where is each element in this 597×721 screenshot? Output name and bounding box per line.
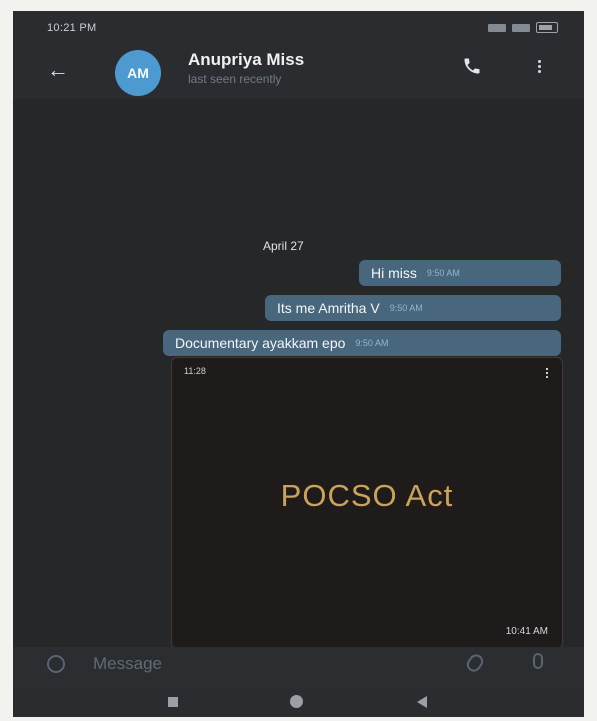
- message-time: 9:50 AM: [355, 338, 389, 348]
- status-time: 10:21 PM: [47, 22, 97, 34]
- media-time: 10:41 AM: [505, 626, 548, 637]
- mic-icon[interactable]: [533, 653, 543, 669]
- system-nav-bar: [13, 687, 584, 717]
- media-more-icon: [546, 368, 548, 378]
- phone-screen: 10:21 PM ← AM Anupriya Miss last seen re…: [13, 11, 584, 717]
- message-time: 9:50 AM: [389, 303, 423, 313]
- status-icons: [488, 22, 558, 33]
- contact-status: last seen recently: [188, 72, 282, 86]
- wifi-icon: [512, 23, 530, 32]
- more-options-icon[interactable]: [538, 60, 541, 73]
- home-icon[interactable]: [290, 695, 303, 708]
- phone-call-icon[interactable]: [462, 56, 482, 76]
- message-bubble[interactable]: Documentary ayakkam epo 9:50 AM: [163, 330, 561, 356]
- chat-header: ← AM Anupriya Miss last seen recently: [13, 41, 584, 99]
- attach-icon[interactable]: [464, 651, 486, 675]
- signal-icon: [488, 23, 506, 32]
- media-title: POCSO Act: [280, 478, 454, 513]
- message-composer: Message: [13, 647, 584, 687]
- back-arrow-icon[interactable]: ←: [47, 57, 69, 83]
- media-inner-time: 11:28: [184, 366, 206, 376]
- nav-back-icon[interactable]: [417, 696, 427, 708]
- avatar[interactable]: AM: [115, 50, 161, 96]
- message-bubble[interactable]: Its me Amritha V 9:50 AM: [265, 295, 561, 321]
- media-message[interactable]: 11:28 POCSO Act 10:41 AM: [171, 357, 563, 649]
- message-text: Hi miss: [371, 265, 417, 281]
- message-time: 9:50 AM: [426, 268, 460, 278]
- message-bubble[interactable]: Hi miss 9:50 AM: [359, 260, 561, 286]
- status-bar: 10:21 PM: [13, 11, 584, 41]
- message-text: Its me Amritha V: [277, 300, 380, 316]
- message-input[interactable]: Message: [93, 654, 162, 674]
- recents-icon[interactable]: [168, 697, 178, 707]
- battery-icon: [536, 22, 558, 33]
- chat-area[interactable]: April 27 Hi miss 9:50 AM Its me Amritha …: [13, 99, 584, 649]
- message-text: Documentary ayakkam epo: [175, 335, 346, 351]
- contact-name[interactable]: Anupriya Miss: [188, 50, 304, 70]
- emoji-icon[interactable]: [47, 655, 65, 673]
- date-label: April 27: [263, 239, 304, 253]
